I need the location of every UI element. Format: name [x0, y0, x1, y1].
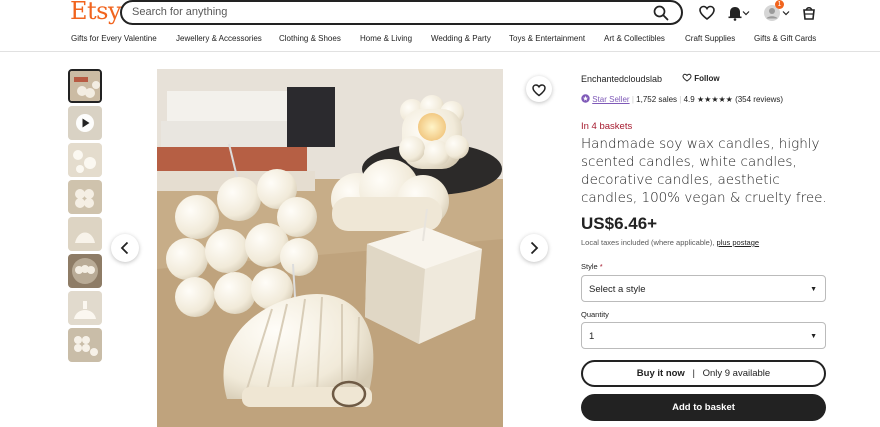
- follow-label: Follow: [694, 74, 720, 83]
- tax-text: Local taxes included (where applicable),: [581, 238, 715, 247]
- chevron-left-icon: [120, 241, 129, 255]
- product-price: US$6.46+: [581, 214, 658, 233]
- star-seller-icon: [581, 94, 590, 103]
- etsy-logo[interactable]: Etsy: [70, 0, 122, 25]
- nav-item-jewellery[interactable]: Jewellery & Accessories: [176, 34, 262, 43]
- favorite-button[interactable]: [526, 76, 552, 102]
- star-seller-link[interactable]: Star Seller: [592, 95, 629, 104]
- buy-now-button[interactable]: Buy it now | Only 9 available: [581, 360, 826, 387]
- product-title: Handmade soy wax candles, highly scented…: [581, 136, 827, 206]
- nav-item-craft[interactable]: Craft Supplies: [685, 34, 735, 43]
- next-image-button[interactable]: [520, 234, 548, 262]
- nav-item-toys[interactable]: Toys & Entertainment: [509, 34, 585, 43]
- shop-name-link[interactable]: Enchantedcloudslab: [581, 74, 662, 84]
- thumbnail-video[interactable]: [68, 106, 102, 140]
- heart-icon: [532, 84, 546, 97]
- quantity-label: Quantity: [581, 310, 609, 319]
- category-nav: Gifts for Every Valentine Jewellery & Ac…: [0, 34, 880, 48]
- tax-note: Local taxes included (where applicable),…: [581, 238, 759, 247]
- cart-icon[interactable]: [800, 4, 818, 22]
- caret-down-icon: ▼: [810, 286, 817, 293]
- basket-count: In 4 baskets: [581, 121, 633, 132]
- rating-stars: ★★★★★: [696, 95, 733, 104]
- rating-value: 4.9: [683, 95, 695, 104]
- style-select-value: Select a style: [589, 284, 646, 295]
- search-input[interactable]: Search for anything: [132, 6, 227, 18]
- thumbnail-8[interactable]: [68, 328, 102, 362]
- nav-item-wedding[interactable]: Wedding & Party: [431, 34, 491, 43]
- previous-image-button[interactable]: [111, 234, 139, 262]
- follow-button[interactable]: Follow: [682, 73, 720, 83]
- thumbnail-1[interactable]: [68, 69, 102, 103]
- reviews-link[interactable]: (354 reviews): [735, 95, 783, 104]
- availability-text: Only 9 available: [702, 368, 771, 379]
- postage-link[interactable]: plus postage: [717, 238, 760, 247]
- style-label: Style *: [581, 262, 603, 271]
- search-icon[interactable]: [653, 5, 669, 21]
- chevron-down-icon[interactable]: [742, 9, 750, 17]
- style-select[interactable]: Select a style ▼: [581, 275, 826, 302]
- search-bar[interactable]: Search for anything: [120, 0, 683, 25]
- chevron-down-icon[interactable]: [782, 9, 790, 17]
- thumbnail-5[interactable]: [68, 217, 102, 251]
- sales-count: 1,752 sales: [636, 95, 678, 104]
- nav-item-home[interactable]: Home & Living: [360, 34, 412, 43]
- quantity-select[interactable]: 1 ▼: [581, 322, 826, 349]
- thumbnail-4[interactable]: [68, 180, 102, 214]
- product-main-image[interactable]: [157, 69, 503, 427]
- buy-now-label: Buy it now: [636, 368, 685, 379]
- thumbnail-6[interactable]: [68, 254, 102, 288]
- seller-stats: Star Seller | 1,752 sales | 4.9 ★★★★★ (3…: [581, 94, 783, 104]
- site-header: Etsy Search for anything 1 Gifts for Eve…: [0, 0, 880, 52]
- quantity-select-value: 1: [589, 331, 595, 342]
- nav-item-gifts[interactable]: Gifts & Gift Cards: [754, 34, 816, 43]
- add-to-basket-button[interactable]: Add to basket: [581, 394, 826, 421]
- caret-down-icon: ▼: [810, 333, 817, 340]
- nav-item-valentine[interactable]: Gifts for Every Valentine: [71, 34, 157, 43]
- thumbnail-7[interactable]: [68, 291, 102, 325]
- required-mark: *: [599, 262, 603, 271]
- heart-icon: [682, 73, 692, 82]
- thumbnail-3[interactable]: [68, 143, 102, 177]
- nav-item-art[interactable]: Art & Collectibles: [604, 34, 665, 43]
- notification-badge: 1: [775, 0, 784, 9]
- heart-icon[interactable]: [698, 4, 716, 22]
- nav-item-clothing[interactable]: Clothing & Shoes: [279, 34, 341, 43]
- chevron-right-icon: [530, 241, 539, 255]
